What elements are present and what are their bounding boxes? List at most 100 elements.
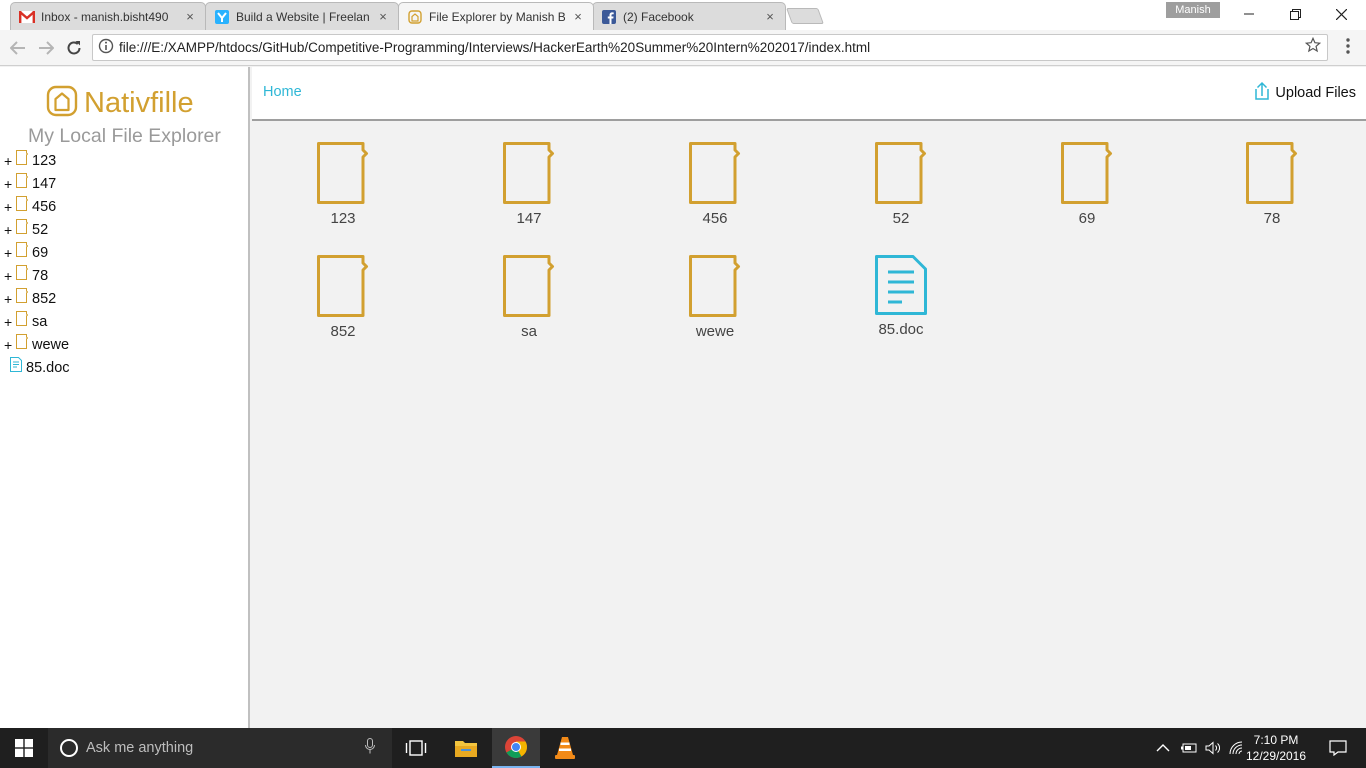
file-explorer-icon[interactable]: [442, 728, 490, 768]
folder-icon: [16, 311, 28, 326]
folder-tile[interactable]: 123: [283, 142, 403, 227]
tree-item[interactable]: + 147: [4, 172, 244, 195]
tree-item-label: sa: [32, 313, 48, 330]
document-icon: [875, 255, 927, 315]
browser-tab-freelancer[interactable]: Build a Website | Freelan ×: [205, 2, 399, 30]
folder-icon: [317, 142, 368, 204]
expand-plus-icon[interactable]: +: [4, 176, 14, 192]
browser-tab-file-explorer[interactable]: File Explorer by Manish B ×: [398, 2, 594, 30]
tree-item[interactable]: + wewe: [4, 333, 244, 356]
browser-tab-facebook[interactable]: (2) Facebook ×: [592, 2, 786, 30]
tree-item[interactable]: + 852: [4, 287, 244, 310]
microphone-icon[interactable]: [358, 738, 382, 758]
file-label: 85.doc: [878, 321, 924, 338]
bookmark-star-icon[interactable]: [1299, 36, 1327, 58]
expand-plus-icon[interactable]: +: [4, 291, 14, 307]
folder-label: 147: [516, 210, 542, 227]
home-outline-icon: [46, 85, 78, 122]
tree-item[interactable]: + 52: [4, 218, 244, 241]
folder-tile[interactable]: 78: [1212, 142, 1332, 227]
tree-item[interactable]: + sa: [4, 310, 244, 333]
folder-icon: [16, 265, 28, 280]
tree-item[interactable]: 85.doc: [4, 356, 244, 379]
clock-time: 7:10 PM: [1253, 733, 1299, 747]
tree-item-label: 147: [32, 175, 57, 192]
taskbar: Ask me anything 7:10 PM 12/29/2016: [0, 728, 1366, 768]
back-arrow-icon[interactable]: [6, 36, 30, 60]
sidebar: Nativfille My Local File Explorer + 123 …: [0, 67, 250, 728]
breadcrumb-home[interactable]: Home: [263, 84, 302, 100]
expand-plus-icon[interactable]: +: [4, 222, 14, 238]
expand-plus-icon[interactable]: +: [4, 268, 14, 284]
address-bar[interactable]: [92, 34, 1328, 61]
reload-icon[interactable]: [62, 36, 86, 60]
expand-plus-icon[interactable]: +: [4, 314, 14, 330]
tree-item[interactable]: + 78: [4, 264, 244, 287]
system-clock[interactable]: 7:10 PM 12/29/2016: [1244, 732, 1308, 764]
folder-label: 69: [1078, 210, 1096, 227]
file-tile[interactable]: 85.doc: [841, 255, 961, 338]
cortana-ring-icon: [60, 739, 78, 757]
wifi-icon[interactable]: [1229, 728, 1245, 768]
tree-item-label: 78: [32, 267, 49, 284]
volume-icon[interactable]: [1205, 728, 1221, 768]
tree-item-label: wewe: [32, 336, 70, 353]
folder-icon: [1061, 142, 1112, 204]
profile-badge[interactable]: Manish: [1166, 2, 1220, 18]
expand-plus-icon[interactable]: +: [4, 245, 14, 261]
windows-start-icon[interactable]: [0, 728, 48, 768]
tree-item-label: 456: [32, 198, 57, 215]
folder-icon: [16, 150, 28, 165]
folder-icon: [1246, 142, 1297, 204]
folder-tile[interactable]: 852: [283, 255, 403, 340]
upload-files-button[interactable]: Upload Files: [1252, 81, 1356, 101]
expand-plus-icon[interactable]: +: [4, 153, 14, 169]
tab-close-icon[interactable]: ×: [183, 9, 197, 24]
folder-tile[interactable]: wewe: [655, 255, 775, 340]
expand-plus-icon[interactable]: +: [4, 337, 14, 353]
clock-date: 12/29/2016: [1245, 749, 1307, 763]
folder-icon: [317, 255, 368, 317]
battery-icon[interactable]: [1180, 728, 1198, 768]
folder-tile[interactable]: 52: [841, 142, 961, 227]
tab-close-icon[interactable]: ×: [376, 9, 390, 24]
tree-item[interactable]: + 69: [4, 241, 244, 264]
new-tab-button[interactable]: [786, 8, 824, 24]
folder-label: sa: [521, 323, 537, 340]
browser-tab-gmail[interactable]: Inbox - manish.bisht490 ×: [10, 2, 206, 30]
task-view-icon[interactable]: [392, 728, 440, 768]
folder-tile[interactable]: 69: [1027, 142, 1147, 227]
tree-item-label: 852: [32, 290, 57, 307]
chrome-menu-icon[interactable]: [1340, 38, 1356, 58]
folder-icon: [689, 255, 740, 317]
chrome-icon[interactable]: [492, 728, 540, 768]
forward-arrow-icon[interactable]: [34, 36, 58, 60]
vlc-icon[interactable]: [541, 728, 589, 768]
brand-name: Nativfille: [84, 87, 194, 119]
document-icon: [10, 357, 22, 372]
tab-title: Inbox - manish.bisht490: [41, 9, 169, 24]
action-center-icon[interactable]: [1318, 728, 1358, 768]
page-info-icon[interactable]: [93, 38, 119, 57]
brand[interactable]: Nativfille: [46, 85, 194, 122]
minimize-icon[interactable]: [1226, 0, 1272, 28]
show-hidden-icons-chevron-icon[interactable]: [1156, 728, 1170, 768]
url-input[interactable]: [119, 40, 1299, 55]
tree-item-label: 123: [32, 152, 57, 169]
cortana-search[interactable]: Ask me anything: [48, 728, 392, 768]
folder-icon: [503, 255, 554, 317]
close-window-icon[interactable]: [1318, 0, 1364, 28]
tab-close-icon[interactable]: ×: [763, 9, 777, 24]
folder-label: 852: [330, 323, 356, 340]
tree-item[interactable]: + 123: [4, 149, 244, 172]
restore-icon[interactable]: [1272, 0, 1318, 28]
tab-close-icon[interactable]: ×: [571, 9, 585, 24]
folder-tile[interactable]: sa: [469, 255, 589, 340]
gmail-icon: [19, 9, 35, 25]
folder-label: 52: [892, 210, 910, 227]
folder-tile[interactable]: 147: [469, 142, 589, 227]
folder-tile[interactable]: 456: [655, 142, 775, 227]
expand-plus-icon[interactable]: +: [4, 199, 14, 215]
tree-item[interactable]: + 456: [4, 195, 244, 218]
folder-label: wewe: [695, 323, 735, 340]
